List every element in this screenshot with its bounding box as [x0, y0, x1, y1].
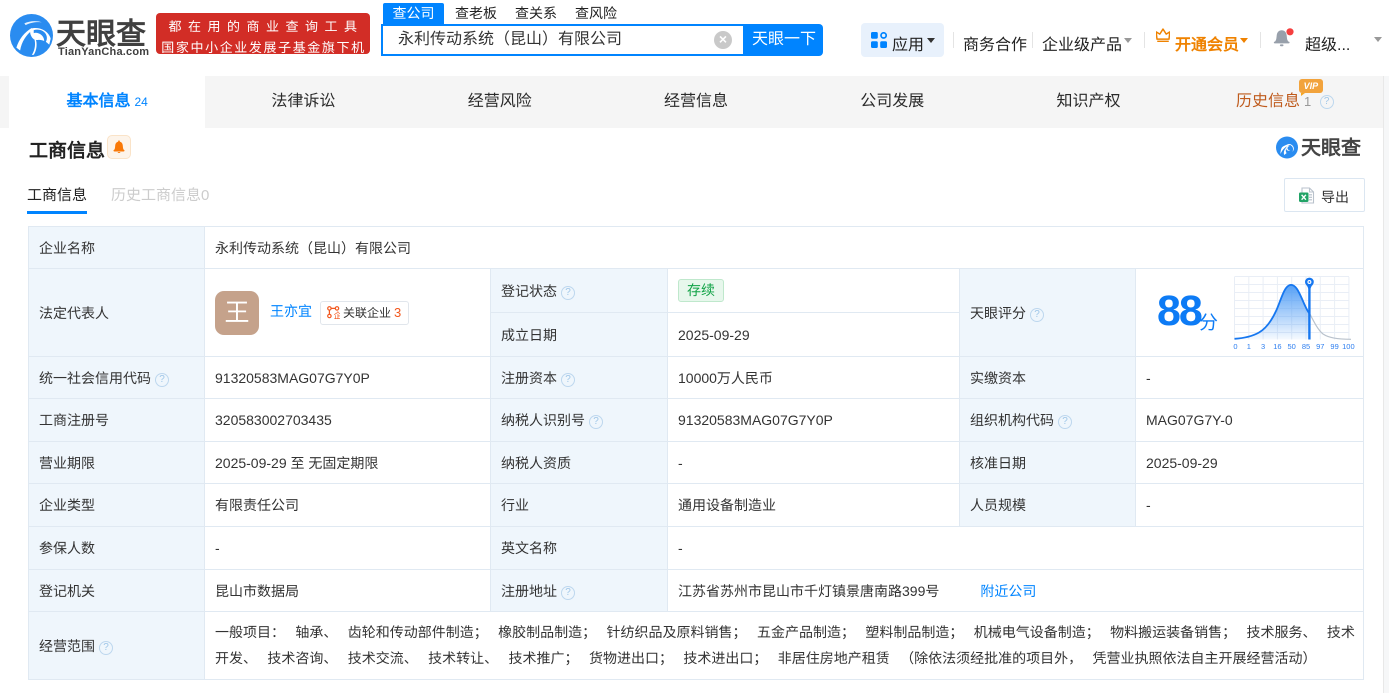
svg-text:99: 99 — [1330, 342, 1338, 351]
svg-text:企: 企 — [334, 310, 340, 318]
svg-text:100: 100 — [1342, 342, 1355, 351]
svg-text:0: 0 — [1233, 342, 1237, 351]
svg-text:85: 85 — [1302, 342, 1310, 351]
svg-text:97: 97 — [1316, 342, 1324, 351]
svg-text:1: 1 — [1247, 342, 1251, 351]
svg-text:50: 50 — [1288, 342, 1296, 351]
svg-text:天眼查: 天眼查 — [1301, 137, 1362, 160]
svg-text:16: 16 — [1273, 342, 1281, 351]
svg-text:3: 3 — [1261, 342, 1265, 351]
